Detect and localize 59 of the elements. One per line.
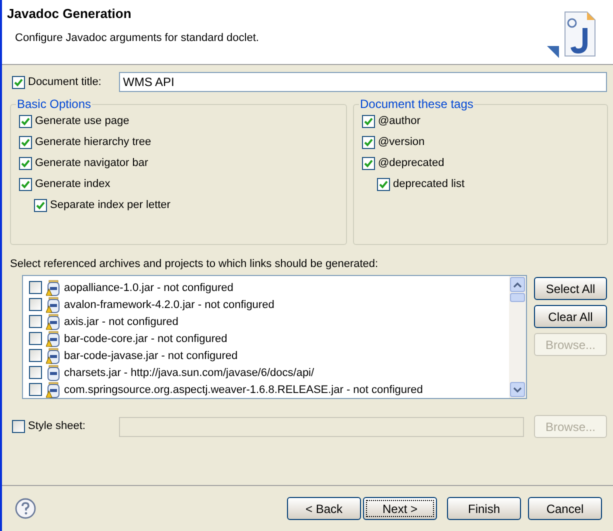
button[interactable]: Clear All	[534, 305, 607, 328]
scroll-down-icon[interactable]	[510, 382, 525, 397]
button[interactable]: < Back	[287, 497, 361, 520]
list-item-label: bar-code-javase.jar - not configured	[64, 348, 238, 362]
checkbox[interactable]	[29, 349, 42, 362]
list-item[interactable]: com.springsource.org.aspectj.weaver-1.6.8.RELEASE.jar - not configured	[29, 381, 509, 398]
document-title-field[interactable]: WMS API	[119, 72, 607, 92]
list-item[interactable]: bar-code-javase.jar - not configured	[29, 347, 509, 364]
checkbox-label: @version	[378, 136, 425, 149]
list-item[interactable]: axis.jar - not configured	[29, 313, 509, 330]
page-description: Configure Javadoc arguments for standard doclet.	[14, 31, 259, 45]
links-label: Select referenced archives and projects to which links should be generated:	[10, 257, 380, 271]
field-label: Style sheet:	[28, 419, 86, 434]
list-item[interactable]: aopalliance-1.0.jar - not configured	[29, 279, 509, 296]
checkbox[interactable]	[29, 383, 42, 396]
button[interactable]: Cancel	[528, 497, 602, 520]
list-item[interactable]: charsets.jar - http://java.sun.com/javase/6/docs/api/	[29, 364, 509, 381]
checkbox[interactable]	[377, 178, 390, 191]
checkbox-label: Generate hierarchy tree	[35, 136, 152, 149]
checkbox[interactable]	[362, 157, 375, 170]
checkbox[interactable]	[19, 115, 32, 128]
group-title: Document these tags	[359, 97, 474, 111]
checkbox-label: Separate index per letter	[50, 199, 170, 212]
list-item[interactable]: avalon-framework-4.2.0.jar - not configured	[29, 296, 509, 313]
checkbox-label: Generate index	[35, 178, 110, 191]
checkbox-label: @author	[378, 115, 420, 128]
checkbox-label: Generate navigator bar	[35, 157, 148, 170]
checkbox[interactable]	[34, 199, 47, 212]
list-item-label: aopalliance-1.0.jar - not configured	[64, 280, 234, 294]
checkbox-label: Generate use page	[35, 115, 130, 128]
list-item-label: axis.jar - not configured	[64, 314, 178, 328]
button[interactable]: Next >	[363, 497, 437, 520]
group-title: Basic Options	[16, 97, 92, 111]
checkbox[interactable]	[19, 136, 32, 149]
checkbox-label: deprecated list	[393, 178, 465, 191]
checkbox-label: @deprecated	[378, 157, 444, 170]
list-item[interactable]: bar-code-core.jar - not configured	[29, 330, 509, 347]
field-label: Document title:	[28, 74, 102, 90]
checkbox[interactable]	[19, 157, 32, 170]
button[interactable]: Finish	[447, 497, 521, 520]
scrollbar[interactable]	[509, 276, 526, 398]
list-item-label: avalon-framework-4.2.0.jar - not configured	[64, 298, 274, 312]
checkbox[interactable]	[29, 281, 42, 294]
checkbox[interactable]	[29, 298, 42, 311]
button[interactable]: Select All	[534, 277, 607, 300]
list-item-label: bar-code-core.jar - not configured	[64, 332, 228, 346]
list-item-label: com.springsource.org.aspectj.weaver-1.6.8.RELEASE.jar - not configured	[64, 382, 423, 396]
checkbox[interactable]	[29, 332, 42, 345]
scroll-up-icon[interactable]	[510, 277, 525, 292]
page-title: Javadoc Generation	[7, 6, 132, 21]
scroll-thumb[interactable]	[510, 293, 525, 302]
list-item-label: charsets.jar - http://java.sun.com/javase/6/docs/api/	[64, 366, 314, 380]
checkbox[interactable]	[362, 115, 375, 128]
checkbox[interactable]	[12, 76, 25, 88]
checkbox[interactable]	[362, 136, 375, 149]
checkbox[interactable]	[19, 178, 32, 191]
help-icon[interactable]	[15, 498, 36, 519]
checkbox[interactable]	[29, 366, 42, 379]
checkbox[interactable]	[29, 315, 42, 328]
